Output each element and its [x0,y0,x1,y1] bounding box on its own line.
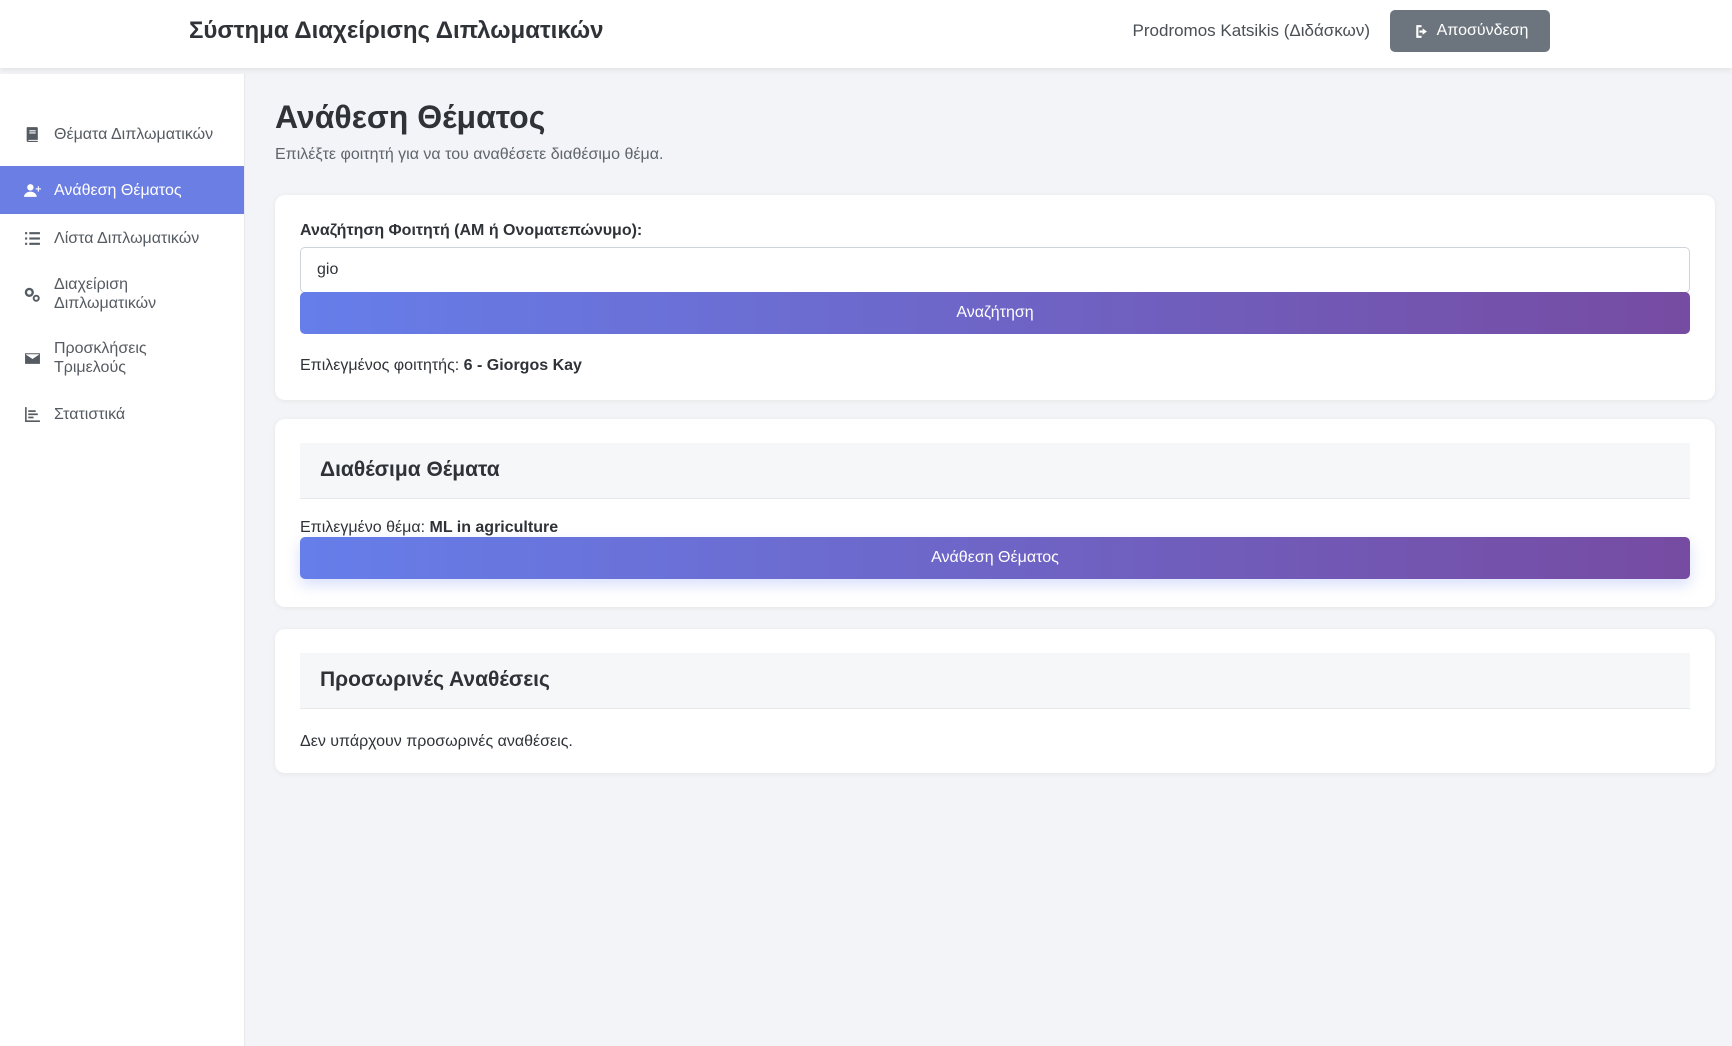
sidebar-item-manage[interactable]: Διαχείριση Διπλωματικών [0,262,244,326]
selected-topic: Επιλεγμένο θέμα: ML in agriculture [300,519,558,537]
page-subtitle: Επιλέξτε φοιτητή για να του αναθέσετε δι… [275,146,664,163]
student-search-input[interactable] [300,247,1690,293]
book-icon [22,124,42,144]
logout-button[interactable]: Αποσύνδεση [1390,10,1550,52]
sidebar-item-invitations[interactable]: Προσκλήσεις Τριμελούς [0,326,244,390]
sidebar-item-topics[interactable]: Θέματα Διπλωματικών [0,102,244,166]
chart-icon [22,404,42,424]
gears-icon [22,284,42,304]
selected-student: Επιλεγμένος φοιτητής: 6 - Giorgos Kay [300,357,582,375]
logout-label: Αποσύνδεση [1436,22,1529,39]
temporary-assignments-card: Προσωρινές Αναθέσεις Δεν υπάρχουν προσωρ… [275,629,1715,773]
available-topics-heading: Διαθέσιμα Θέματα [300,443,1690,499]
available-topics-card: Διαθέσιμα Θέματα Επιλεγμένο θέμα: ML in … [275,419,1715,607]
sidebar-item-label: Ανάθεση Θέματος [54,181,182,199]
sidebar-item-label: Θέματα Διπλωματικών [54,125,214,143]
selected-student-label: Επιλεγμένος φοιτητής: [300,357,464,374]
app-title: Σύστημα Διαχείρισης Διπλωματικών [189,17,604,44]
envelope-icon [22,348,42,368]
selected-student-value: 6 - Giorgos Kay [463,357,582,374]
top-header: Σύστημα Διαχείρισης Διπλωματικών Prodrom… [0,0,1732,68]
temporary-assignments-heading: Προσωρινές Αναθέσεις [300,653,1690,709]
search-button[interactable]: Αναζήτηση [300,292,1690,334]
empty-assignments-text: Δεν υπάρχουν προσωρινές αναθέσεις. [300,733,573,750]
sign-out-icon [1412,23,1429,40]
page-title: Ανάθεση Θέματος [275,99,546,135]
search-label: Αναζήτηση Φοιτητή (ΑΜ ή Ονοματεπώνυμο): [300,222,643,239]
sidebar-item-statistics[interactable]: Στατιστικά [0,390,244,438]
assign-topic-button[interactable]: Ανάθεση Θέματος [300,537,1690,579]
user-name: Prodromos Katsikis (Διδάσκων) [1132,21,1370,40]
selected-topic-label: Επιλεγμένο θέμα: [300,519,430,536]
list-icon [22,228,42,248]
sidebar: Θέματα Διπλωματικών Ανάθεση Θέματος Λίστ… [0,74,245,1046]
sidebar-item-label: Διαχείριση Διπλωματικών [54,276,157,312]
student-search-card: Αναζήτηση Φοιτητή (ΑΜ ή Ονοματεπώνυμο): … [275,195,1715,400]
sidebar-item-assign[interactable]: Ανάθεση Θέματος [0,166,244,214]
sidebar-item-label: Στατιστικά [54,405,126,423]
sidebar-item-label: Προσκλήσεις Τριμελούς [54,340,147,376]
sidebar-item-thesis-list[interactable]: Λίστα Διπλωματικών [0,214,244,262]
selected-topic-value: ML in agriculture [429,519,559,536]
user-plus-icon [22,180,42,200]
sidebar-item-label: Λίστα Διπλωματικών [54,229,200,247]
